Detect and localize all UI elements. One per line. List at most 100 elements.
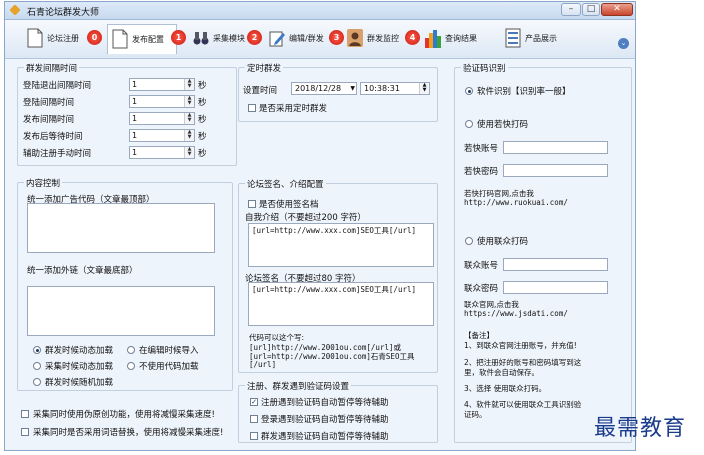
app-logo-icon xyxy=(9,4,21,16)
word-replace-label: 采集同时是否采用词语替换，使用将减慢采集速度! xyxy=(33,428,224,438)
close-button[interactable]: ✕ xyxy=(601,3,633,16)
chevron-down-icon: ▼ xyxy=(350,85,355,92)
step-badge-4: 4 xyxy=(405,30,420,45)
code-hint-line: [/url] xyxy=(249,360,277,369)
ruokuai-password-label: 若快密码 xyxy=(464,167,499,177)
interval-spinner-publish[interactable]: 1 ▲ ▼ xyxy=(129,112,195,125)
unit-label: 秒 xyxy=(198,81,207,91)
unit-label: 秒 xyxy=(198,149,207,159)
step-badge-2: 2 xyxy=(247,30,262,45)
group-title: 内容控制 xyxy=(24,177,63,189)
group-title: 论坛签名、介绍配置 xyxy=(245,178,326,190)
interval-spinner-wait[interactable]: 1 ▲ ▼ xyxy=(129,129,195,142)
pseudo-original-label: 采集同时使用伪原创功能，使用将减慢采集速度! xyxy=(33,410,215,420)
signature-textarea[interactable]: [url=http://www.xxx.com]SEO工具[/url] xyxy=(248,282,434,326)
tab-collect-module[interactable]: 采集模块 xyxy=(189,24,251,54)
tab-label: 产品展示 xyxy=(525,34,557,43)
unit-label: 秒 xyxy=(198,115,207,125)
outlink-textarea[interactable] xyxy=(27,286,215,336)
tab-label: 发布配置 xyxy=(132,35,164,44)
random-load-radio[interactable] xyxy=(33,378,41,386)
edit-icon xyxy=(269,31,285,47)
word-replace-checkbox[interactable] xyxy=(21,428,29,436)
lianzhong-url-link[interactable]: https://www.jsdati.com/ xyxy=(464,309,568,318)
timer-time-spinner[interactable]: 10:38:31 ▲ ▼ xyxy=(360,82,430,95)
tab-label: 论坛注册 xyxy=(47,34,79,43)
tab-send-monitor[interactable]: 群发监控 xyxy=(343,24,409,54)
lianzhong-password-label: 联众密码 xyxy=(464,284,499,294)
interval-label-publish: 发布间隔时间 xyxy=(23,115,75,125)
captcha-soft-radio[interactable] xyxy=(465,87,473,95)
use-timer-checkbox[interactable] xyxy=(248,104,256,112)
app-window: 石青论坛群发大师 – □ ✕ 论坛注册 0 发布配置 1 采集模块 2 编辑/群… xyxy=(4,1,636,451)
ruokuai-url-link[interactable]: http://www.ruokuai.com/ xyxy=(464,198,568,207)
random-load-label: 群发时候随机加载 xyxy=(45,378,114,388)
interval-spinner-logout[interactable]: 1 ▲ ▼ xyxy=(129,78,195,91)
ruokuai-account-label: 若快账号 xyxy=(464,144,499,154)
note-line: 3、选择 使用联众打码。 xyxy=(464,384,547,393)
watermark-text: 最需教育 xyxy=(594,416,687,441)
step-badge-0: 0 xyxy=(87,30,102,45)
group-title: 定时群发 xyxy=(245,62,284,74)
no-code-radio[interactable] xyxy=(127,362,135,370)
captcha-lianzhong-label: 使用联众打码 xyxy=(477,237,529,247)
tab-product-showcase[interactable]: 产品展示 xyxy=(501,24,571,54)
tab-query-results[interactable]: 查询结果 xyxy=(421,24,491,54)
load-on-collect-radio[interactable] xyxy=(33,362,41,370)
interval-label-wait: 发布后等待时间 xyxy=(23,132,83,142)
lianzhong-password-input[interactable] xyxy=(503,281,608,294)
maximize-button[interactable]: □ xyxy=(582,3,600,16)
intro-label: 自我介绍（不要超过200 字符） xyxy=(245,213,366,223)
user-icon xyxy=(347,29,363,47)
window-title: 石青论坛群发大师 xyxy=(27,8,100,18)
load-on-send-radio[interactable] xyxy=(33,346,41,354)
tab-publish-config[interactable]: 发布配置 xyxy=(107,24,177,54)
load-on-collect-label: 采集时候动态加载 xyxy=(45,362,114,372)
binoculars-icon xyxy=(193,32,209,45)
step-badge-3: 3 xyxy=(329,30,344,45)
intro-textarea[interactable]: [url=http://www.xxx.com]SEO工具[/url] xyxy=(248,223,434,267)
tab-edit-send[interactable]: 编辑/群发 xyxy=(265,24,333,54)
login-wait-checkbox[interactable] xyxy=(250,415,258,423)
tab-label: 采集模块 xyxy=(213,34,245,43)
outlink-label: 统一添加外链（文章最底部） xyxy=(27,266,138,276)
pseudo-original-checkbox[interactable] xyxy=(21,410,29,418)
list-icon xyxy=(505,28,521,48)
lianzhong-account-input[interactable] xyxy=(503,258,608,271)
note-line: 1、到联众官网注册账号，并充值! xyxy=(464,341,577,350)
interval-spinner-login[interactable]: 1 ▲ ▼ xyxy=(129,95,195,108)
bar-chart-icon xyxy=(425,30,441,48)
ruokuai-account-input[interactable] xyxy=(503,141,608,154)
interval-spinner-assist[interactable]: 1 ▲ ▼ xyxy=(129,146,195,159)
no-code-label: 不使用代码加载 xyxy=(139,362,199,372)
ad-code-textarea[interactable] xyxy=(27,203,215,253)
minimize-button[interactable]: – xyxy=(561,3,581,16)
register-wait-checkbox[interactable]: ✓ xyxy=(250,398,258,406)
tab-label: 查询结果 xyxy=(445,34,477,43)
note-line: 证码。 xyxy=(464,410,487,419)
captcha-lianzhong-radio[interactable] xyxy=(465,237,473,245)
main-toolbar: 论坛注册 0 发布配置 1 采集模块 2 编辑/群发 3 群发监控 4 查询结果… xyxy=(5,20,635,59)
timer-date-picker[interactable]: 2018/12/28 ▼ xyxy=(291,82,357,95)
tab-forum-register[interactable]: 论坛注册 xyxy=(23,24,93,54)
step-badge-1: 1 xyxy=(171,30,186,45)
title-bar[interactable]: 石青论坛群发大师 – □ ✕ xyxy=(5,2,635,20)
import-on-edit-label: 在编辑时候导入 xyxy=(139,346,199,356)
note-line: 里，软件会自动保存。 xyxy=(464,368,539,377)
send-wait-label: 群发遇到验证码自动暂停等待辅助 xyxy=(261,432,389,442)
import-on-edit-radio[interactable] xyxy=(127,346,135,354)
unit-label: 秒 xyxy=(198,98,207,108)
captcha-soft-label: 软件识别【识别率一般】 xyxy=(477,87,571,97)
send-wait-checkbox[interactable] xyxy=(250,432,258,440)
group-title: 注册、群发遇到验证码设置 xyxy=(245,380,352,392)
interval-label-assist: 辅助注册手动时间 xyxy=(23,149,92,159)
ruokuai-password-input[interactable] xyxy=(503,164,608,177)
collapse-icon[interactable]: ⌄ xyxy=(618,38,629,49)
login-wait-label: 登录遇到验证码自动暂停等待辅助 xyxy=(261,415,389,425)
document-icon xyxy=(112,29,128,49)
tab-label: 编辑/群发 xyxy=(289,34,324,43)
captcha-ruokuai-radio[interactable] xyxy=(465,120,473,128)
tab-label: 群发监控 xyxy=(367,34,399,43)
use-signature-checkbox[interactable] xyxy=(248,200,256,208)
use-timer-label: 是否采用定时群发 xyxy=(259,104,328,114)
